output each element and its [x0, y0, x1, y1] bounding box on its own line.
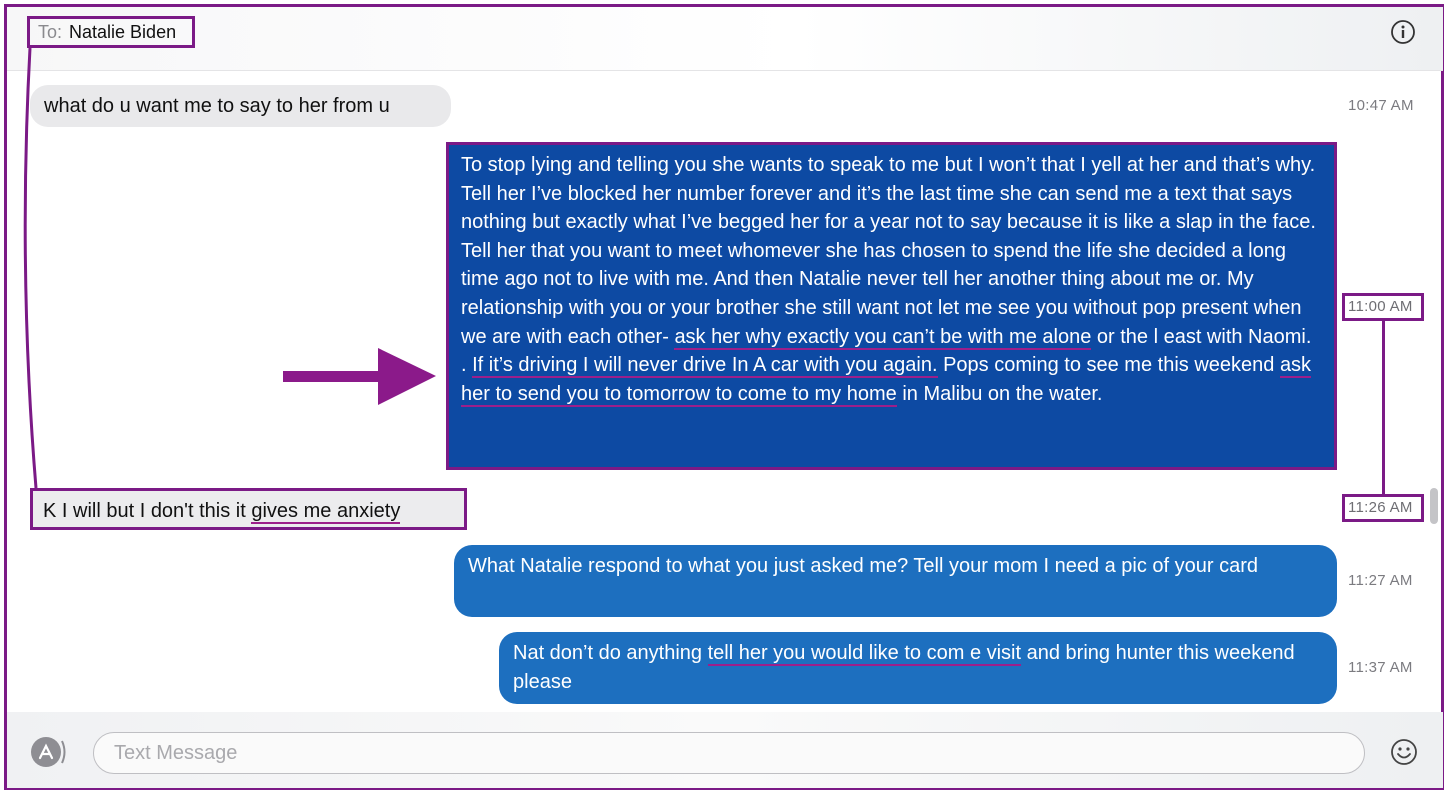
- message-bubble-incoming-highlighted[interactable]: K I will but I don't this it gives me an…: [30, 488, 467, 530]
- recipient-name: Natalie Biden: [69, 21, 177, 42]
- recipient-field[interactable]: To: Natalie Biden: [27, 16, 195, 48]
- message-text: K I will but I don't this it: [43, 500, 252, 522]
- message-bubble-outgoing[interactable]: What Natalie respond to what you just as…: [454, 545, 1337, 617]
- message-text: To stop lying and telling you she wants …: [461, 154, 1316, 348]
- message-text: in Malibu on the water.: [896, 382, 1103, 405]
- message-bubble-outgoing[interactable]: Nat don’t do anything tell her you would…: [499, 632, 1337, 704]
- appstore-icon[interactable]: [29, 735, 69, 769]
- message-bubble-incoming[interactable]: what do u want me to say to her from u: [30, 85, 451, 127]
- to-label: To:: [38, 21, 63, 42]
- underlined-text: gives me anxiety: [251, 500, 401, 524]
- message-timestamp: 11:37 AM: [1348, 659, 1413, 676]
- conversation-header: [7, 7, 1443, 71]
- message-timestamp: 10:47 AM: [1348, 97, 1414, 114]
- message-text: what do u want me to say to her from u: [44, 95, 390, 117]
- underlined-text: tell her you would like to com e visit: [707, 642, 1022, 666]
- text-message-input[interactable]: [93, 732, 1365, 774]
- annotation-connector: [1382, 321, 1385, 494]
- message-text: Nat don’t do anything: [513, 642, 708, 664]
- underlined-text: If it’s driving I will never drive In A …: [472, 354, 938, 379]
- message-timestamp-highlighted: 11:00 AM: [1342, 293, 1424, 321]
- message-timestamp-highlighted: 11:26 AM: [1342, 494, 1424, 522]
- underlined-text: ask her why exactly you can’t be with me…: [674, 325, 1092, 350]
- info-icon[interactable]: [1390, 19, 1416, 45]
- message-timestamp: 11:27 AM: [1348, 572, 1413, 589]
- message-text: What Natalie respond to what you just as…: [468, 555, 1259, 577]
- message-bubble-outgoing-highlighted[interactable]: To stop lying and telling you she wants …: [446, 142, 1337, 470]
- scrollbar[interactable]: [1430, 488, 1438, 524]
- emoji-icon[interactable]: [1390, 738, 1418, 766]
- message-text: Pops coming to see me this weekend: [937, 354, 1280, 377]
